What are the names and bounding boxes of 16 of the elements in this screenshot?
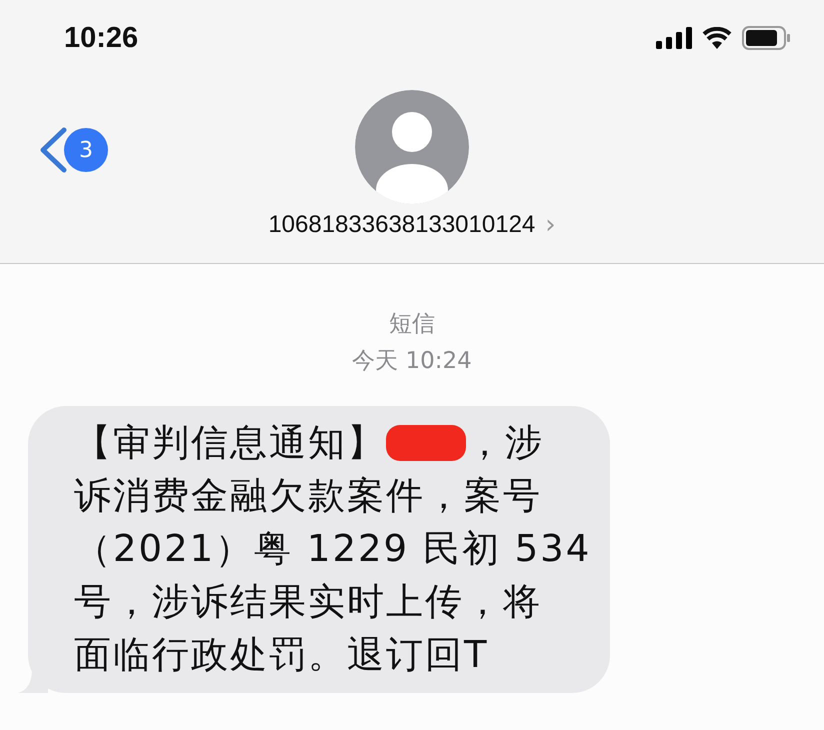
- message-text: 【审判信息通知】: [74, 420, 386, 466]
- contact-number[interactable]: 10681833638133010124: [268, 211, 536, 239]
- message-text: 面临行政处罚。退订回T: [74, 632, 489, 678]
- message-text: 诉消费金融欠款案件，案号: [74, 473, 542, 519]
- avatar-icon[interactable]: [355, 90, 469, 204]
- message-text: ，涉: [466, 420, 544, 466]
- back-chevron-icon[interactable]: [38, 127, 68, 173]
- status-time: 10:26: [64, 22, 138, 54]
- wifi-icon: [702, 27, 732, 49]
- service-label: 短信: [389, 310, 435, 339]
- message-text: 号，涉诉结果实时上传，将: [74, 579, 542, 625]
- message-text: （2021）粤 1229 民初 534: [74, 526, 592, 572]
- signal-icon: [656, 27, 692, 49]
- unread-badge: 3: [64, 128, 108, 172]
- battery-icon: [742, 26, 790, 50]
- message-timestamp: 今天 10:24: [352, 347, 472, 376]
